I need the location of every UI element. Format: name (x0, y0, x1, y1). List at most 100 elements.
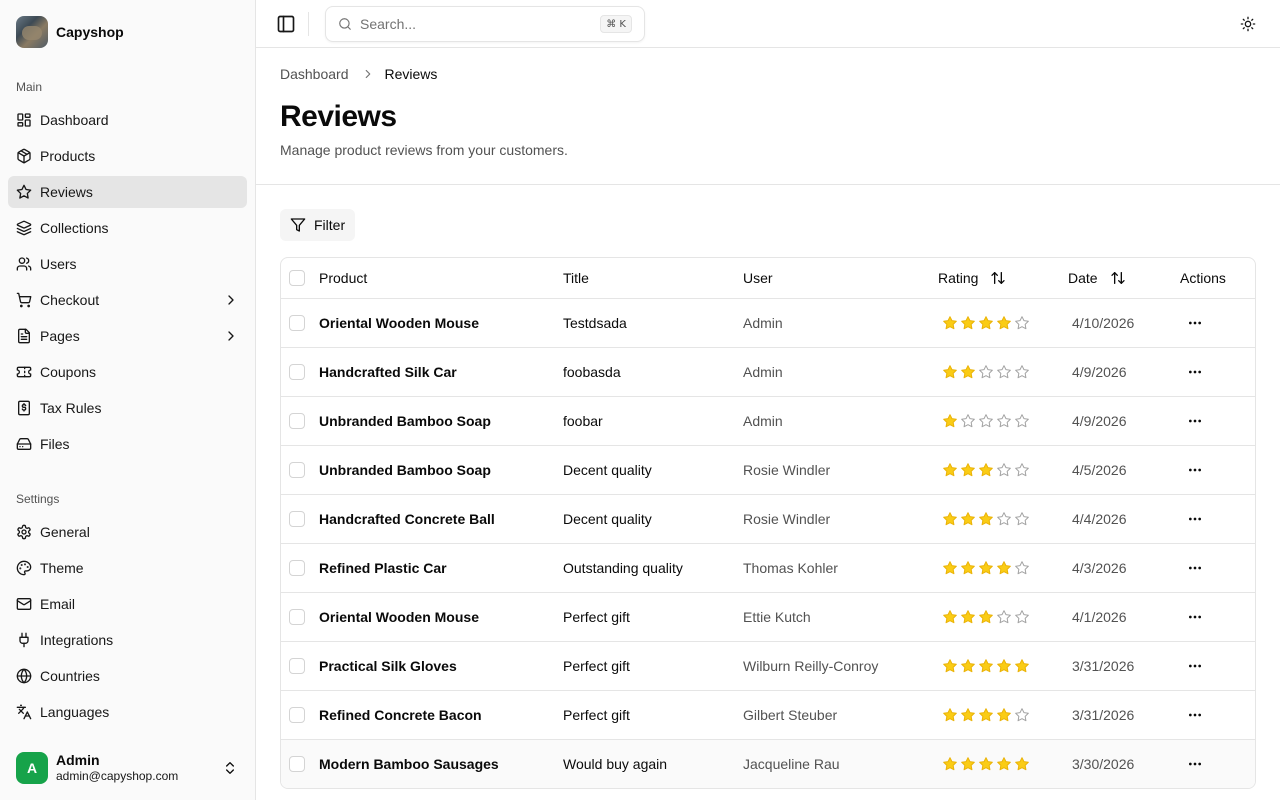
column-actions: Actions (1180, 270, 1226, 286)
sidebar-item-dashboard[interactable]: Dashboard (8, 104, 247, 136)
sidebar-item-pages[interactable]: Pages (8, 320, 247, 352)
more-actions-icon[interactable] (1187, 413, 1203, 429)
more-actions-icon[interactable] (1187, 609, 1203, 625)
sidebar-item-theme[interactable]: Theme (8, 552, 247, 584)
row-checkbox[interactable] (289, 413, 305, 429)
cell-product[interactable]: Unbranded Bamboo Soap (319, 462, 491, 478)
layers-icon (16, 220, 32, 236)
row-checkbox[interactable] (289, 707, 305, 723)
sort-date-icon[interactable] (1110, 270, 1126, 286)
cell-date: 3/31/2026 (1072, 707, 1135, 723)
more-actions-icon[interactable] (1187, 560, 1203, 576)
cell-user: Wilburn Reilly-Conroy (743, 658, 879, 674)
sidebar-item-users[interactable]: Users (8, 248, 247, 280)
rating-stars (942, 707, 1030, 723)
table-row[interactable]: Unbranded Bamboo Soap Decent quality Rosie… (281, 446, 1255, 495)
sidebar-item-products[interactable]: Products (8, 140, 247, 172)
more-actions-icon[interactable] (1187, 315, 1203, 331)
star-filled-icon (979, 708, 993, 722)
select-all-checkbox[interactable] (289, 270, 305, 286)
table-row[interactable]: Practical Silk Gloves Perfect gift Wilburn… (281, 642, 1255, 691)
sort-rating-icon[interactable] (990, 270, 1006, 286)
star-empty-icon (997, 414, 1011, 428)
cell-product[interactable]: Modern Bamboo Sausages (319, 756, 499, 772)
sidebar-item-label: General (40, 524, 90, 540)
more-actions-icon[interactable] (1187, 511, 1203, 527)
palette-icon (16, 560, 32, 576)
star-filled-icon (997, 316, 1011, 330)
sidebar-item-files[interactable]: Files (8, 428, 247, 460)
rating-stars (942, 658, 1030, 674)
sidebar-item-collections[interactable]: Collections (8, 212, 247, 244)
topbar: Search... ⌘ K (256, 0, 1280, 48)
row-checkbox[interactable] (289, 560, 305, 576)
cell-product[interactable]: Oriental Wooden Mouse (319, 315, 479, 331)
cell-title: Decent quality (563, 511, 652, 527)
filter-button[interactable]: Filter (280, 209, 356, 241)
sidebar-item-coupons[interactable]: Coupons (8, 356, 247, 388)
cell-product[interactable]: Refined Concrete Bacon (319, 707, 482, 723)
star-filled-icon (961, 708, 975, 722)
sidebar-item-email[interactable]: Email (8, 588, 247, 620)
table-row[interactable]: Oriental Wooden Mouse Perfect gift Ettie K… (281, 593, 1255, 642)
table-row[interactable]: Unbranded Bamboo Soap foobar Admin 4/9/2026 (281, 397, 1255, 446)
row-checkbox[interactable] (289, 462, 305, 478)
more-actions-icon[interactable] (1187, 658, 1203, 674)
star-empty-icon (1015, 708, 1029, 722)
cell-title: Would buy again (563, 756, 668, 772)
sidebar-item-reviews[interactable]: Reviews (8, 176, 247, 208)
sidebar-item-label: Checkout (40, 292, 100, 308)
column-product: Product (319, 270, 368, 286)
breadcrumb-dashboard[interactable]: Dashboard (280, 66, 349, 82)
sidebar-item-general[interactable]: General (8, 516, 247, 548)
cart-icon (16, 292, 32, 308)
star-filled-icon (979, 463, 993, 477)
star-filled-icon (961, 512, 975, 526)
user-menu[interactable]: A Admin admin@capyshop.com (16, 752, 240, 784)
cell-product[interactable]: Handcrafted Concrete Ball (319, 511, 495, 527)
sidebar-item-languages[interactable]: Languages (8, 696, 247, 728)
cell-product[interactable]: Refined Plastic Car (319, 560, 447, 576)
star-filled-icon (1015, 757, 1029, 771)
sidebar-toggle-icon[interactable] (276, 14, 296, 34)
users-icon (16, 256, 32, 272)
cell-product[interactable]: Unbranded Bamboo Soap (319, 413, 491, 429)
row-checkbox[interactable] (289, 511, 305, 527)
table-row[interactable]: Oriental Wooden Mouse Testdsada Admin 4/10/… (281, 299, 1255, 348)
row-checkbox[interactable] (289, 364, 305, 380)
more-actions-icon[interactable] (1187, 707, 1203, 723)
table-row[interactable]: Handcrafted Concrete Ball Decent quality R… (281, 495, 1255, 544)
sun-icon[interactable] (1240, 16, 1256, 32)
sidebar-item-label: Users (40, 256, 77, 272)
more-actions-icon[interactable] (1187, 756, 1203, 772)
search-input[interactable]: Search... ⌘ K (325, 6, 645, 42)
star-empty-icon (1015, 365, 1029, 379)
more-actions-icon[interactable] (1187, 462, 1203, 478)
row-checkbox[interactable] (289, 756, 305, 772)
cell-product[interactable]: Handcrafted Silk Car (319, 364, 457, 380)
brand[interactable]: Capyshop (16, 16, 124, 48)
star-empty-icon (997, 365, 1011, 379)
sidebar-item-tax-rules[interactable]: Tax Rules (8, 392, 247, 424)
table-row[interactable]: Refined Plastic Car Outstanding quality Th… (281, 544, 1255, 593)
table-row[interactable]: Modern Bamboo Sausages Would buy again Jac… (281, 740, 1255, 788)
row-checkbox[interactable] (289, 609, 305, 625)
brand-logo (16, 16, 48, 48)
star-filled-icon (961, 659, 975, 673)
row-checkbox[interactable] (289, 315, 305, 331)
table-row[interactable]: Refined Concrete Bacon Perfect gift Gilber… (281, 691, 1255, 740)
file-icon (16, 328, 32, 344)
more-actions-icon[interactable] (1187, 364, 1203, 380)
row-checkbox[interactable] (289, 658, 305, 674)
globe-icon (16, 668, 32, 684)
filter-icon (290, 218, 306, 232)
table-row[interactable]: Handcrafted Silk Car foobasda Admin 4/9/202… (281, 348, 1255, 397)
star-empty-icon (1015, 414, 1029, 428)
cell-date: 3/31/2026 (1072, 658, 1135, 674)
sidebar-item-label: Pages (40, 328, 80, 344)
cell-product[interactable]: Oriental Wooden Mouse (319, 609, 479, 625)
sidebar-item-countries[interactable]: Countries (8, 660, 247, 692)
cell-product[interactable]: Practical Silk Gloves (319, 658, 457, 674)
sidebar-item-checkout[interactable]: Checkout (8, 284, 247, 316)
sidebar-item-integrations[interactable]: Integrations (8, 624, 247, 656)
